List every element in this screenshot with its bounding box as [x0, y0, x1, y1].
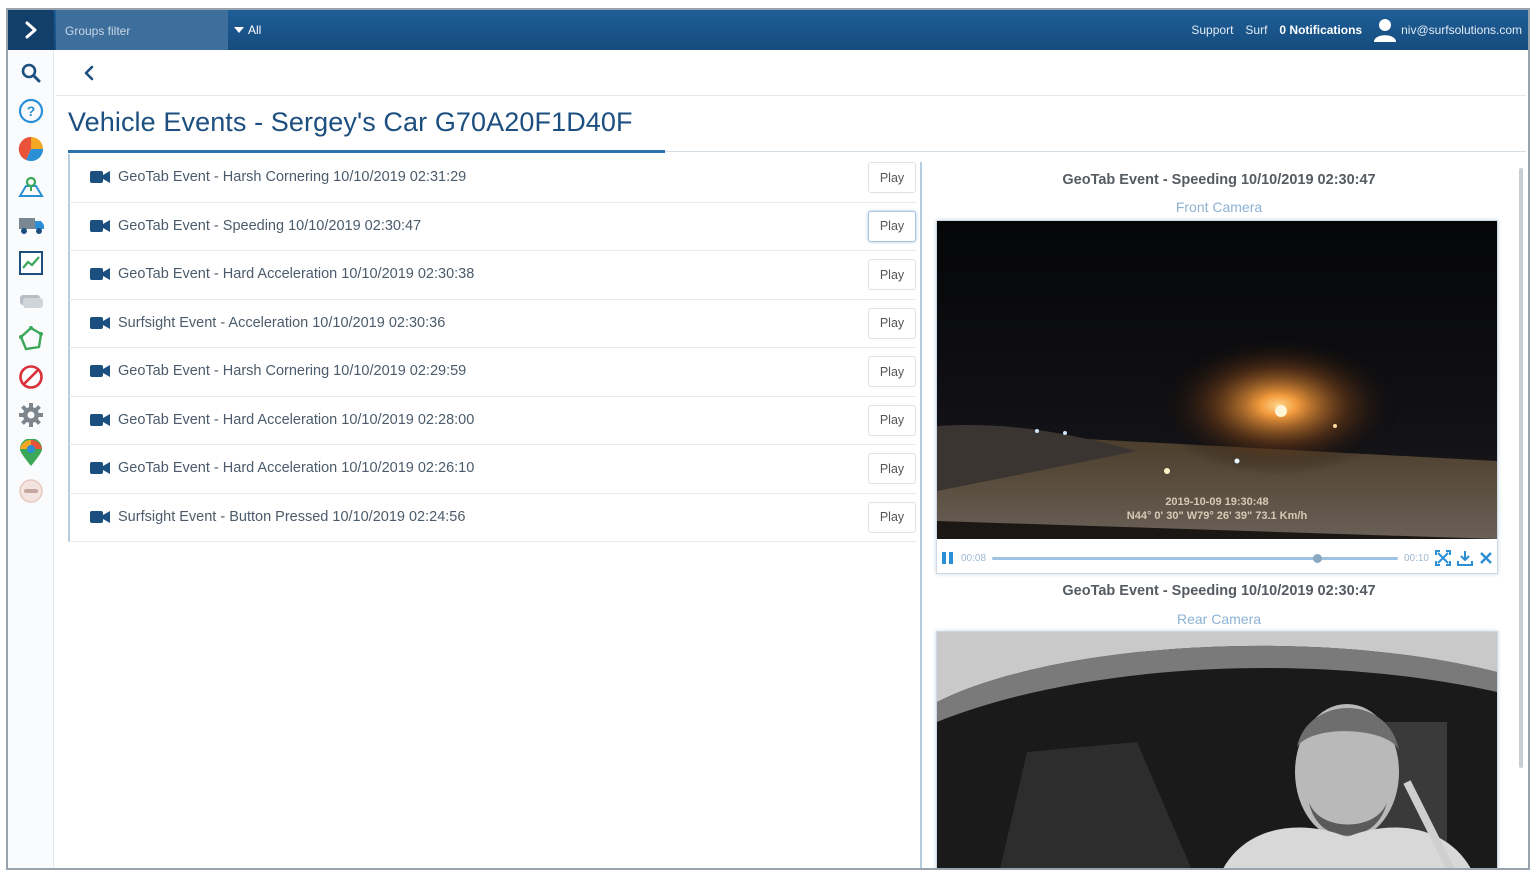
caret-down-icon — [234, 26, 244, 33]
map-icon[interactable] — [16, 172, 46, 202]
event-label: GeoTab Event - Hard Acceleration 10/10/2… — [118, 266, 475, 282]
play-button[interactable]: Play — [868, 259, 916, 290]
video-camera-icon — [90, 268, 110, 280]
video-panel: GeoTab Event - Speeding 10/10/2019 02:30… — [934, 160, 1504, 868]
event-row: Surfsight Event - Acceleration 10/10/201… — [68, 299, 916, 348]
front-camera-label: Front Camera — [1175, 199, 1263, 215]
search-icon[interactable] — [16, 58, 46, 88]
left-sidebar: ? — [8, 50, 54, 868]
event-label: GeoTab Event - Harsh Cornering 10/10/201… — [118, 363, 467, 379]
play-button[interactable]: Play — [868, 356, 916, 387]
play-button[interactable]: Play — [868, 501, 916, 533]
event-row: GeoTab Event - Hard Acceleration 10/10/2… — [68, 251, 916, 300]
groups-filter-value: All — [248, 23, 262, 37]
video-camera-icon — [90, 219, 110, 232]
event-row: GeoTab Event - Speeding 10/10/2019 02:30… — [68, 202, 916, 251]
truck-icon[interactable] — [16, 210, 46, 240]
svg-text:?: ? — [27, 103, 36, 119]
video-timestamp-overlay: 2019-10-09 19:30:48 — [1165, 496, 1268, 508]
video-controls: 00:08 00:10 — [937, 543, 1497, 573]
progress-knob[interactable] — [1312, 553, 1322, 563]
badge-icon[interactable] — [16, 476, 46, 506]
event-label: Surfsight Event - Acceleration 10/10/201… — [118, 314, 446, 331]
event-row: GeoTab Event - Hard Acceleration 10/10/2… — [68, 445, 916, 494]
video-camera-icon — [90, 365, 110, 377]
event-row: GeoTab Event - Harsh Cornering 10/10/201… — [68, 348, 916, 397]
time-current: 00:08 — [961, 552, 987, 564]
scrollbar[interactable] — [1516, 160, 1526, 868]
expand-sidebar-button[interactable] — [8, 10, 54, 50]
video-camera-icon — [90, 510, 110, 523]
rear-camera-label: Rear Camera — [1176, 611, 1262, 627]
vehicles-icon[interactable] — [16, 286, 46, 316]
event-label: GeoTab Event - Hard Acceleration 10/10/2… — [118, 460, 475, 476]
front-camera-video: 2019-10-09 19:30:48 N44° 0' 30" W79° 26'… — [937, 221, 1497, 539]
rear-video-player[interactable] — [936, 631, 1498, 868]
front-video-title: GeoTab Event - Speeding 10/10/2019 02:30… — [1062, 172, 1376, 188]
user-email: niv@surfsolutions.com — [1401, 23, 1522, 37]
header-divider — [56, 95, 1526, 96]
notifications-link[interactable]: 0 Notifications — [1279, 23, 1362, 37]
progress-bar[interactable] — [992, 553, 1398, 563]
top-bar: Groups filter All Support Surf 0 Notific… — [8, 10, 1528, 50]
event-row: GeoTab Event - Harsh Cornering 10/10/201… — [68, 154, 916, 203]
user-icon — [1374, 19, 1397, 42]
close-icon[interactable] — [1479, 551, 1493, 565]
panel-divider — [920, 162, 922, 868]
fullscreen-icon[interactable] — [1435, 550, 1451, 566]
event-label: Surfsight Event - Button Pressed 10/10/2… — [118, 508, 466, 525]
title-rule — [665, 151, 1526, 152]
location-pin-icon[interactable] — [16, 438, 46, 468]
pause-icon[interactable] — [941, 551, 955, 565]
video-camera-icon — [90, 171, 110, 183]
scrollbar-thumb[interactable] — [1519, 168, 1523, 768]
event-label: GeoTab Event - Harsh Cornering 10/10/201… — [118, 169, 467, 185]
user-menu[interactable]: niv@surfsolutions.com — [1374, 18, 1522, 42]
line-chart-icon[interactable] — [16, 248, 46, 278]
block-icon[interactable] — [16, 362, 46, 392]
play-button[interactable]: Play — [868, 210, 916, 242]
back-arrow-icon[interactable] — [80, 63, 100, 83]
event-label: GeoTab Event - Hard Acceleration 10/10/2… — [118, 411, 475, 428]
chevron-right-icon — [25, 21, 37, 39]
event-label: GeoTab Event - Speeding 10/10/2019 02:30… — [118, 217, 422, 234]
groups-filter-dropdown[interactable]: All — [234, 23, 261, 37]
title-underline — [68, 150, 665, 153]
geofence-icon[interactable] — [16, 324, 46, 354]
front-video-player[interactable]: 2019-10-09 19:30:48 N44° 0' 30" W79° 26'… — [936, 220, 1498, 574]
play-button[interactable]: Play — [868, 307, 916, 339]
event-row: Surfsight Event - Button Pressed 10/10/2… — [68, 493, 916, 542]
pie-chart-icon[interactable] — [16, 134, 46, 164]
play-button[interactable]: Play — [868, 453, 916, 484]
video-gps-overlay: N44° 0' 30" W79° 26' 39" 73.1 Km/h — [1127, 510, 1308, 522]
rear-camera-video — [937, 632, 1497, 868]
page-title: Vehicle Events - Sergey's Car G70A20F1D4… — [68, 107, 633, 137]
event-list: GeoTab Event - Harsh Cornering 10/10/201… — [68, 154, 916, 542]
support-link[interactable]: Support — [1191, 23, 1233, 37]
download-icon[interactable] — [1457, 550, 1473, 566]
video-camera-icon — [90, 316, 110, 329]
play-button[interactable]: Play — [868, 404, 916, 436]
settings-icon[interactable] — [16, 400, 46, 430]
app-window: Groups filter All Support Surf 0 Notific… — [6, 8, 1530, 870]
video-camera-icon — [90, 462, 110, 474]
help-icon[interactable]: ? — [16, 96, 46, 126]
top-right-menu: Support Surf 0 Notifications niv@surfsol… — [1191, 10, 1522, 50]
play-button[interactable]: Play — [868, 162, 916, 193]
event-row: GeoTab Event - Hard Acceleration 10/10/2… — [68, 396, 916, 445]
time-total: 00:10 — [1403, 552, 1429, 564]
video-camera-icon — [90, 413, 110, 426]
surf-link[interactable]: Surf — [1245, 23, 1267, 37]
groups-filter-label: Groups filter — [56, 10, 228, 50]
rear-video-title: GeoTab Event - Speeding 10/10/2019 02:30… — [1062, 583, 1376, 599]
